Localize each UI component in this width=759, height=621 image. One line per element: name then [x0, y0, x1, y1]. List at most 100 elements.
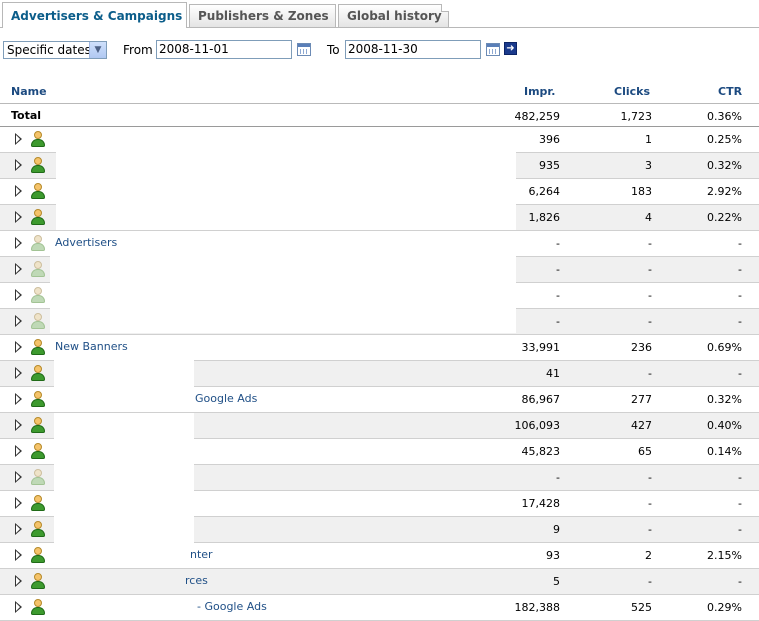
row-ctr: 2.92% — [707, 185, 742, 198]
table-row: Advertisers - - - — [0, 231, 759, 257]
advertiser-user-icon — [31, 521, 45, 537]
row-clicks: 3 — [645, 159, 652, 172]
calendar-icon[interactable] — [486, 43, 500, 56]
table-row: rces 5 - - — [0, 569, 759, 595]
advertiser-user-icon — [31, 469, 45, 485]
header-clicks[interactable]: Clicks — [614, 85, 650, 98]
chevron-down-icon[interactable]: ▼ — [89, 42, 106, 58]
row-ctr: - — [738, 367, 742, 380]
row-ctr: 0.69% — [707, 341, 742, 354]
row-ctr: - — [738, 315, 742, 328]
expand-triangle-icon[interactable] — [15, 523, 22, 535]
advertiser-user-icon — [31, 599, 45, 615]
row-clicks: 2 — [645, 549, 652, 562]
to-date-field[interactable]: 2008-11-30 — [345, 40, 481, 59]
advertiser-name-link[interactable]: Advertisers — [55, 236, 117, 249]
row-impressions: 33,991 — [521, 341, 561, 354]
row-ctr: 0.25% — [707, 133, 742, 146]
advertiser-user-icon — [31, 391, 45, 407]
total-impressions: 482,259 — [514, 110, 561, 123]
row-ctr: 0.40% — [707, 419, 742, 432]
period-select[interactable]: Specific dates ▼ — [3, 41, 107, 59]
expand-triangle-icon[interactable] — [15, 445, 22, 457]
go-arrow-icon[interactable]: ➜ — [504, 42, 517, 55]
table-row: Google Ads 86,967 277 0.32% — [0, 387, 759, 413]
row-clicks: 236 — [631, 341, 652, 354]
row-ctr: - — [738, 471, 742, 484]
expand-triangle-icon[interactable] — [15, 549, 22, 561]
row-clicks: - — [648, 575, 652, 588]
row-ctr: - — [738, 575, 742, 588]
row-ctr: 0.32% — [707, 159, 742, 172]
expand-triangle-icon[interactable] — [15, 237, 22, 249]
advertiser-user-icon — [31, 261, 45, 277]
row-clicks: 277 — [631, 393, 652, 406]
expand-triangle-icon[interactable] — [15, 289, 22, 301]
row-clicks: - — [648, 497, 652, 510]
table-row: - Google Ads 182,388 525 0.29% — [0, 595, 759, 621]
row-ctr: - — [738, 237, 742, 250]
advertiser-user-icon — [31, 157, 45, 173]
row-clicks: - — [648, 289, 652, 302]
advertiser-user-icon — [31, 339, 45, 355]
row-clicks: - — [648, 237, 652, 250]
expand-triangle-icon[interactable] — [15, 393, 22, 405]
date-filter-bar: Specific dates ▼ From 2008-11-01 To 2008… — [0, 40, 759, 60]
advertiser-user-icon — [31, 313, 45, 329]
advertiser-name-link[interactable]: New Banners — [55, 340, 128, 353]
advertiser-name-link[interactable]: Google Ads — [195, 392, 257, 405]
advertiser-name-link[interactable]: nter — [190, 548, 213, 561]
advertiser-user-icon — [31, 183, 45, 199]
row-impressions: - — [556, 471, 560, 484]
row-clicks: 65 — [638, 445, 652, 458]
advertiser-user-icon — [31, 287, 45, 303]
redacted-area — [50, 256, 516, 333]
row-clicks: 1 — [645, 133, 652, 146]
from-label: From — [123, 43, 153, 57]
tab-global-history[interactable]: Global history — [338, 4, 449, 27]
row-impressions: 86,967 — [521, 393, 561, 406]
row-clicks: 183 — [631, 185, 652, 198]
row-impressions: 41 — [546, 367, 560, 380]
header-impressions[interactable]: Impr. — [524, 85, 555, 98]
tab-publishers-zones[interactable]: Publishers & Zones — [189, 4, 336, 27]
advertiser-user-icon — [31, 235, 45, 251]
expand-triangle-icon[interactable] — [15, 601, 22, 613]
expand-triangle-icon[interactable] — [15, 575, 22, 587]
expand-triangle-icon[interactable] — [15, 211, 22, 223]
row-impressions: 106,093 — [514, 419, 561, 432]
row-clicks: - — [648, 315, 652, 328]
row-clicks: 525 — [631, 601, 652, 614]
row-ctr: - — [738, 263, 742, 276]
advertiser-user-icon — [31, 443, 45, 459]
row-ctr: - — [738, 289, 742, 302]
expand-triangle-icon[interactable] — [15, 315, 22, 327]
total-ctr: 0.36% — [707, 110, 742, 123]
expand-triangle-icon[interactable] — [15, 471, 22, 483]
expand-triangle-icon[interactable] — [15, 159, 22, 171]
expand-triangle-icon[interactable] — [15, 133, 22, 145]
row-clicks: 4 — [645, 211, 652, 224]
calendar-icon[interactable] — [297, 43, 311, 56]
expand-triangle-icon[interactable] — [15, 497, 22, 509]
table-row: nter 93 2 2.15% — [0, 543, 759, 569]
expand-triangle-icon[interactable] — [15, 341, 22, 353]
header-ctr[interactable]: CTR — [718, 85, 742, 98]
expand-triangle-icon[interactable] — [15, 367, 22, 379]
row-impressions: 17,428 — [521, 497, 561, 510]
header-name[interactable]: Name — [11, 85, 47, 98]
row-clicks: 427 — [631, 419, 652, 432]
row-ctr: - — [738, 497, 742, 510]
advertiser-name-link[interactable]: rces — [185, 574, 208, 587]
row-ctr: 0.22% — [707, 211, 742, 224]
tab-advertisers-campaigns[interactable]: Advertisers & Campaigns — [2, 2, 187, 28]
row-impressions: 5 — [553, 575, 560, 588]
row-ctr: 2.15% — [707, 549, 742, 562]
expand-triangle-icon[interactable] — [15, 185, 22, 197]
advertiser-user-icon — [31, 209, 45, 225]
advertiser-name-link[interactable]: - Google Ads — [197, 600, 267, 613]
expand-triangle-icon[interactable] — [15, 419, 22, 431]
from-date-field[interactable]: 2008-11-01 — [156, 40, 292, 59]
expand-triangle-icon[interactable] — [15, 263, 22, 275]
advertiser-user-icon — [31, 547, 45, 563]
